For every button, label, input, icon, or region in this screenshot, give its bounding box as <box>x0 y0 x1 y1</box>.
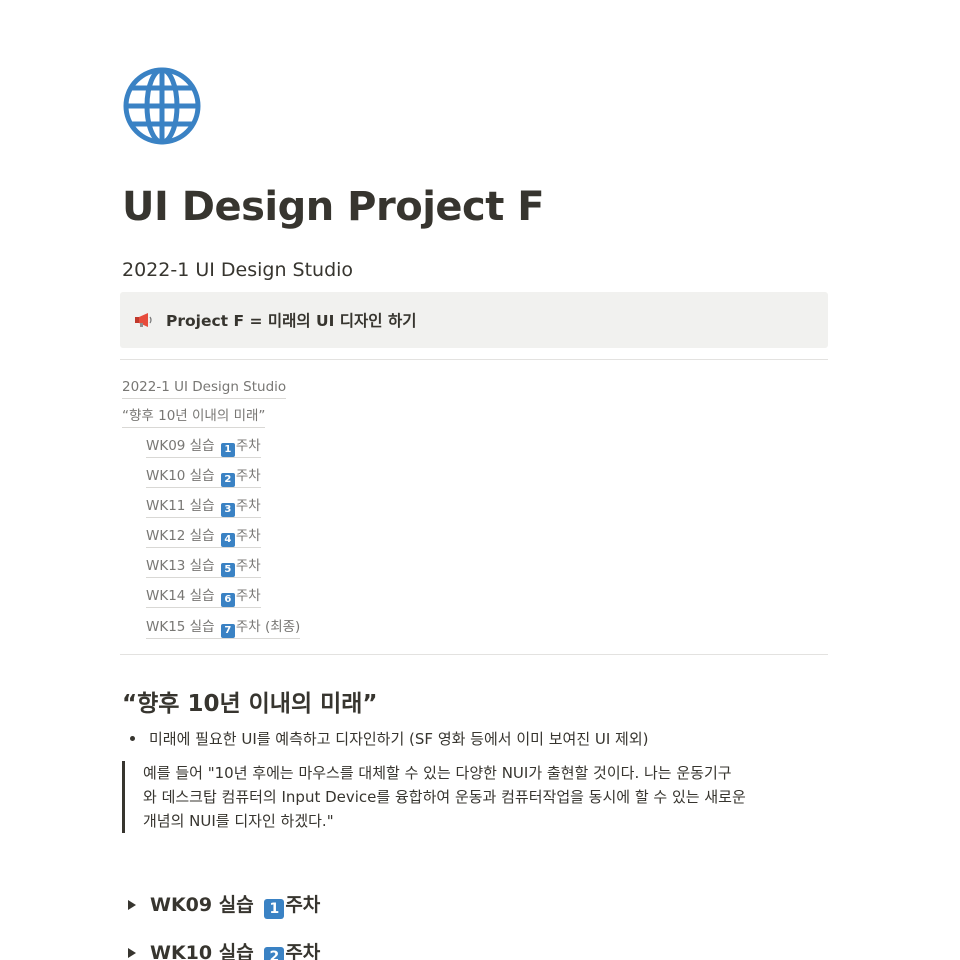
toc-item-label: WK13 실습 <box>146 558 219 574</box>
toc-item-studio[interactable]: 2022-1 UI Design Studio <box>122 376 287 399</box>
globe-icon[interactable] <box>122 66 202 146</box>
bullet-dot <box>130 736 135 741</box>
toc-item-label: 2022-1 UI Design Studio <box>122 379 287 395</box>
number-badge: 2 <box>220 473 235 487</box>
toc-item-label: WK10 실습 <box>146 468 219 484</box>
toc-item-future[interactable]: “향후 10년 이내의 미래” <box>122 405 266 428</box>
page-title: UI Design Project F <box>122 184 545 230</box>
toggle-heading: WK09 실습 1 주차 <box>150 890 320 919</box>
toc-item-suffix: 주차 <box>235 438 261 454</box>
toc-item-suffix: 주차 (최종) <box>235 619 301 635</box>
toc-item-wk10[interactable]: WK10 실습 2 주차 <box>146 465 261 488</box>
toggle-label: WK09 실습 <box>150 894 261 916</box>
number-badge: 7 <box>220 624 235 638</box>
page: UI Design Project F 2022-1 UI Design Stu… <box>0 0 960 960</box>
toc-item-suffix: 주차 <box>235 528 261 544</box>
toc-item-label: WK09 실습 <box>146 438 219 454</box>
toc-item-wk15[interactable]: WK15 실습 7 주차 (최종) <box>146 616 301 639</box>
quote-block: 예를 들어 "10년 후에는 마우스를 대체할 수 있는 다양한 NUI가 출현… <box>122 761 812 833</box>
bullet-text: 미래에 필요한 UI를 예측하고 디자인하기 (SF 영화 등에서 이미 보여진… <box>149 730 649 748</box>
page-subtitle: 2022-1 UI Design Studio <box>122 259 354 281</box>
toggle-arrow-icon[interactable] <box>128 899 136 910</box>
bullet-item: 미래에 필요한 UI를 예측하고 디자인하기 (SF 영화 등에서 이미 보여진… <box>130 728 649 749</box>
toc-item-label: WK15 실습 <box>146 619 219 635</box>
toc-item-suffix: 주차 <box>235 558 261 574</box>
number-badge: 5 <box>220 563 235 577</box>
toc-item-suffix: 주차 <box>235 498 261 514</box>
megaphone-icon <box>134 312 154 328</box>
toggle-suffix: 주차 <box>285 942 321 960</box>
toggle-suffix: 주차 <box>285 894 321 916</box>
section-heading: “향후 10년 이내의 미래” <box>122 691 378 717</box>
toc-item-wk09[interactable]: WK09 실습 1 주차 <box>146 435 261 458</box>
toc-item-label: WK14 실습 <box>146 588 219 604</box>
divider <box>120 359 828 360</box>
quote-line: 개념의 NUI를 디자인 하겠다." <box>143 812 334 830</box>
toc-item-wk13[interactable]: WK13 실습 5 주차 <box>146 555 261 578</box>
toggle-wk09[interactable]: WK09 실습 1 주차 <box>128 890 320 919</box>
toc-item-wk12[interactable]: WK12 실습 4 주차 <box>146 525 261 548</box>
toggle-arrow-icon[interactable] <box>128 947 136 958</box>
toc-item-label: WK12 실습 <box>146 528 219 544</box>
toc-item-label: “향후 10년 이내의 미래” <box>122 408 266 424</box>
number-badge: 3 <box>220 503 235 517</box>
callout-text: Project F = 미래의 UI 디자인 하기 <box>166 312 417 330</box>
toc-item-label: WK11 실습 <box>146 498 219 514</box>
toggle-wk10[interactable]: WK10 실습 2 주차 <box>128 938 320 960</box>
divider <box>120 654 828 655</box>
quote-line: 와 데스크탑 컴퓨터의 Input Device를 융합하여 운동과 컴퓨터작업… <box>143 788 746 806</box>
toggle-label: WK10 실습 <box>150 942 261 960</box>
toc-item-suffix: 주차 <box>235 588 261 604</box>
quote-line: 예를 들어 "10년 후에는 마우스를 대체할 수 있는 다양한 NUI가 출현… <box>143 764 732 782</box>
number-badge: 6 <box>220 593 235 607</box>
number-badge: 1 <box>264 899 285 919</box>
toc-item-wk11[interactable]: WK11 실습 3 주차 <box>146 495 261 518</box>
toc-item-suffix: 주차 <box>235 468 261 484</box>
toc-item-wk14[interactable]: WK14 실습 6 주차 <box>146 585 261 608</box>
callout: Project F = 미래의 UI 디자인 하기 <box>120 292 828 348</box>
number-badge: 1 <box>220 443 235 457</box>
number-badge: 2 <box>264 947 285 960</box>
toggle-heading: WK10 실습 2 주차 <box>150 938 320 960</box>
number-badge: 4 <box>220 533 235 547</box>
